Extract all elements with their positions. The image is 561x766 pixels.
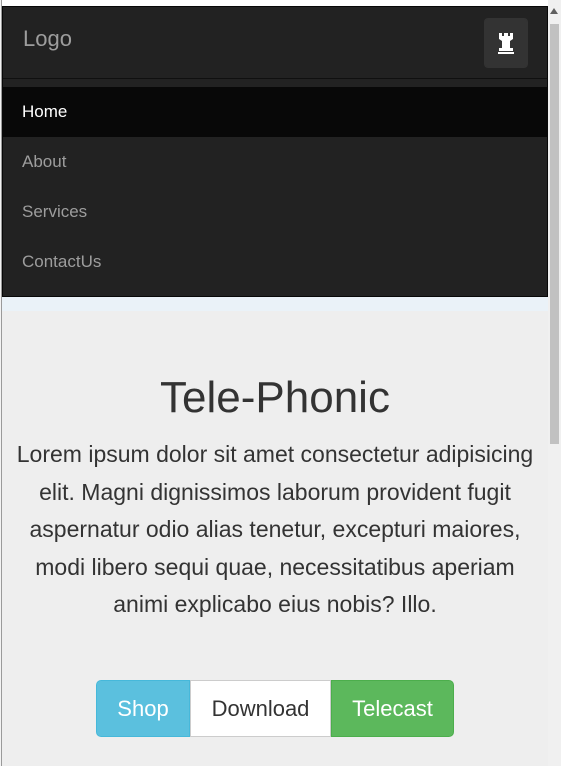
- chess-rook-icon: [498, 33, 514, 54]
- page: Logo Home About Services ContactUs Tele-…: [0, 0, 561, 766]
- action-button-group: Shop Download Telecast: [96, 680, 454, 737]
- navbar: Logo Home About Services ContactUs: [2, 6, 548, 297]
- scrollbar-thumb[interactable]: [550, 24, 559, 444]
- nav-item-about[interactable]: About: [3, 137, 547, 187]
- vertical-scrollbar[interactable]: [548, 0, 561, 766]
- nav-item-contactus[interactable]: ContactUs: [3, 237, 547, 287]
- shop-button[interactable]: Shop: [96, 680, 190, 737]
- header-separator-band: [2, 297, 548, 311]
- telecast-button[interactable]: Telecast: [331, 680, 454, 737]
- jumbotron: Tele-Phonic Lorem ipsum dolor sit amet c…: [2, 311, 548, 766]
- nav-item-home[interactable]: Home: [3, 87, 547, 137]
- navbar-header: Logo: [3, 7, 547, 79]
- nav-item-services[interactable]: Services: [3, 187, 547, 237]
- scroll-up-arrow-icon[interactable]: [550, 8, 558, 14]
- nav-menu: Home About Services ContactUs: [3, 87, 547, 287]
- navbar-toggle-button[interactable]: [484, 18, 528, 68]
- description-text: Lorem ipsum dolor sit amet consectetur a…: [16, 441, 534, 617]
- page-title: Tele-Phonic: [160, 373, 390, 422]
- brand-logo[interactable]: Logo: [23, 25, 72, 53]
- download-button[interactable]: Download: [190, 680, 331, 737]
